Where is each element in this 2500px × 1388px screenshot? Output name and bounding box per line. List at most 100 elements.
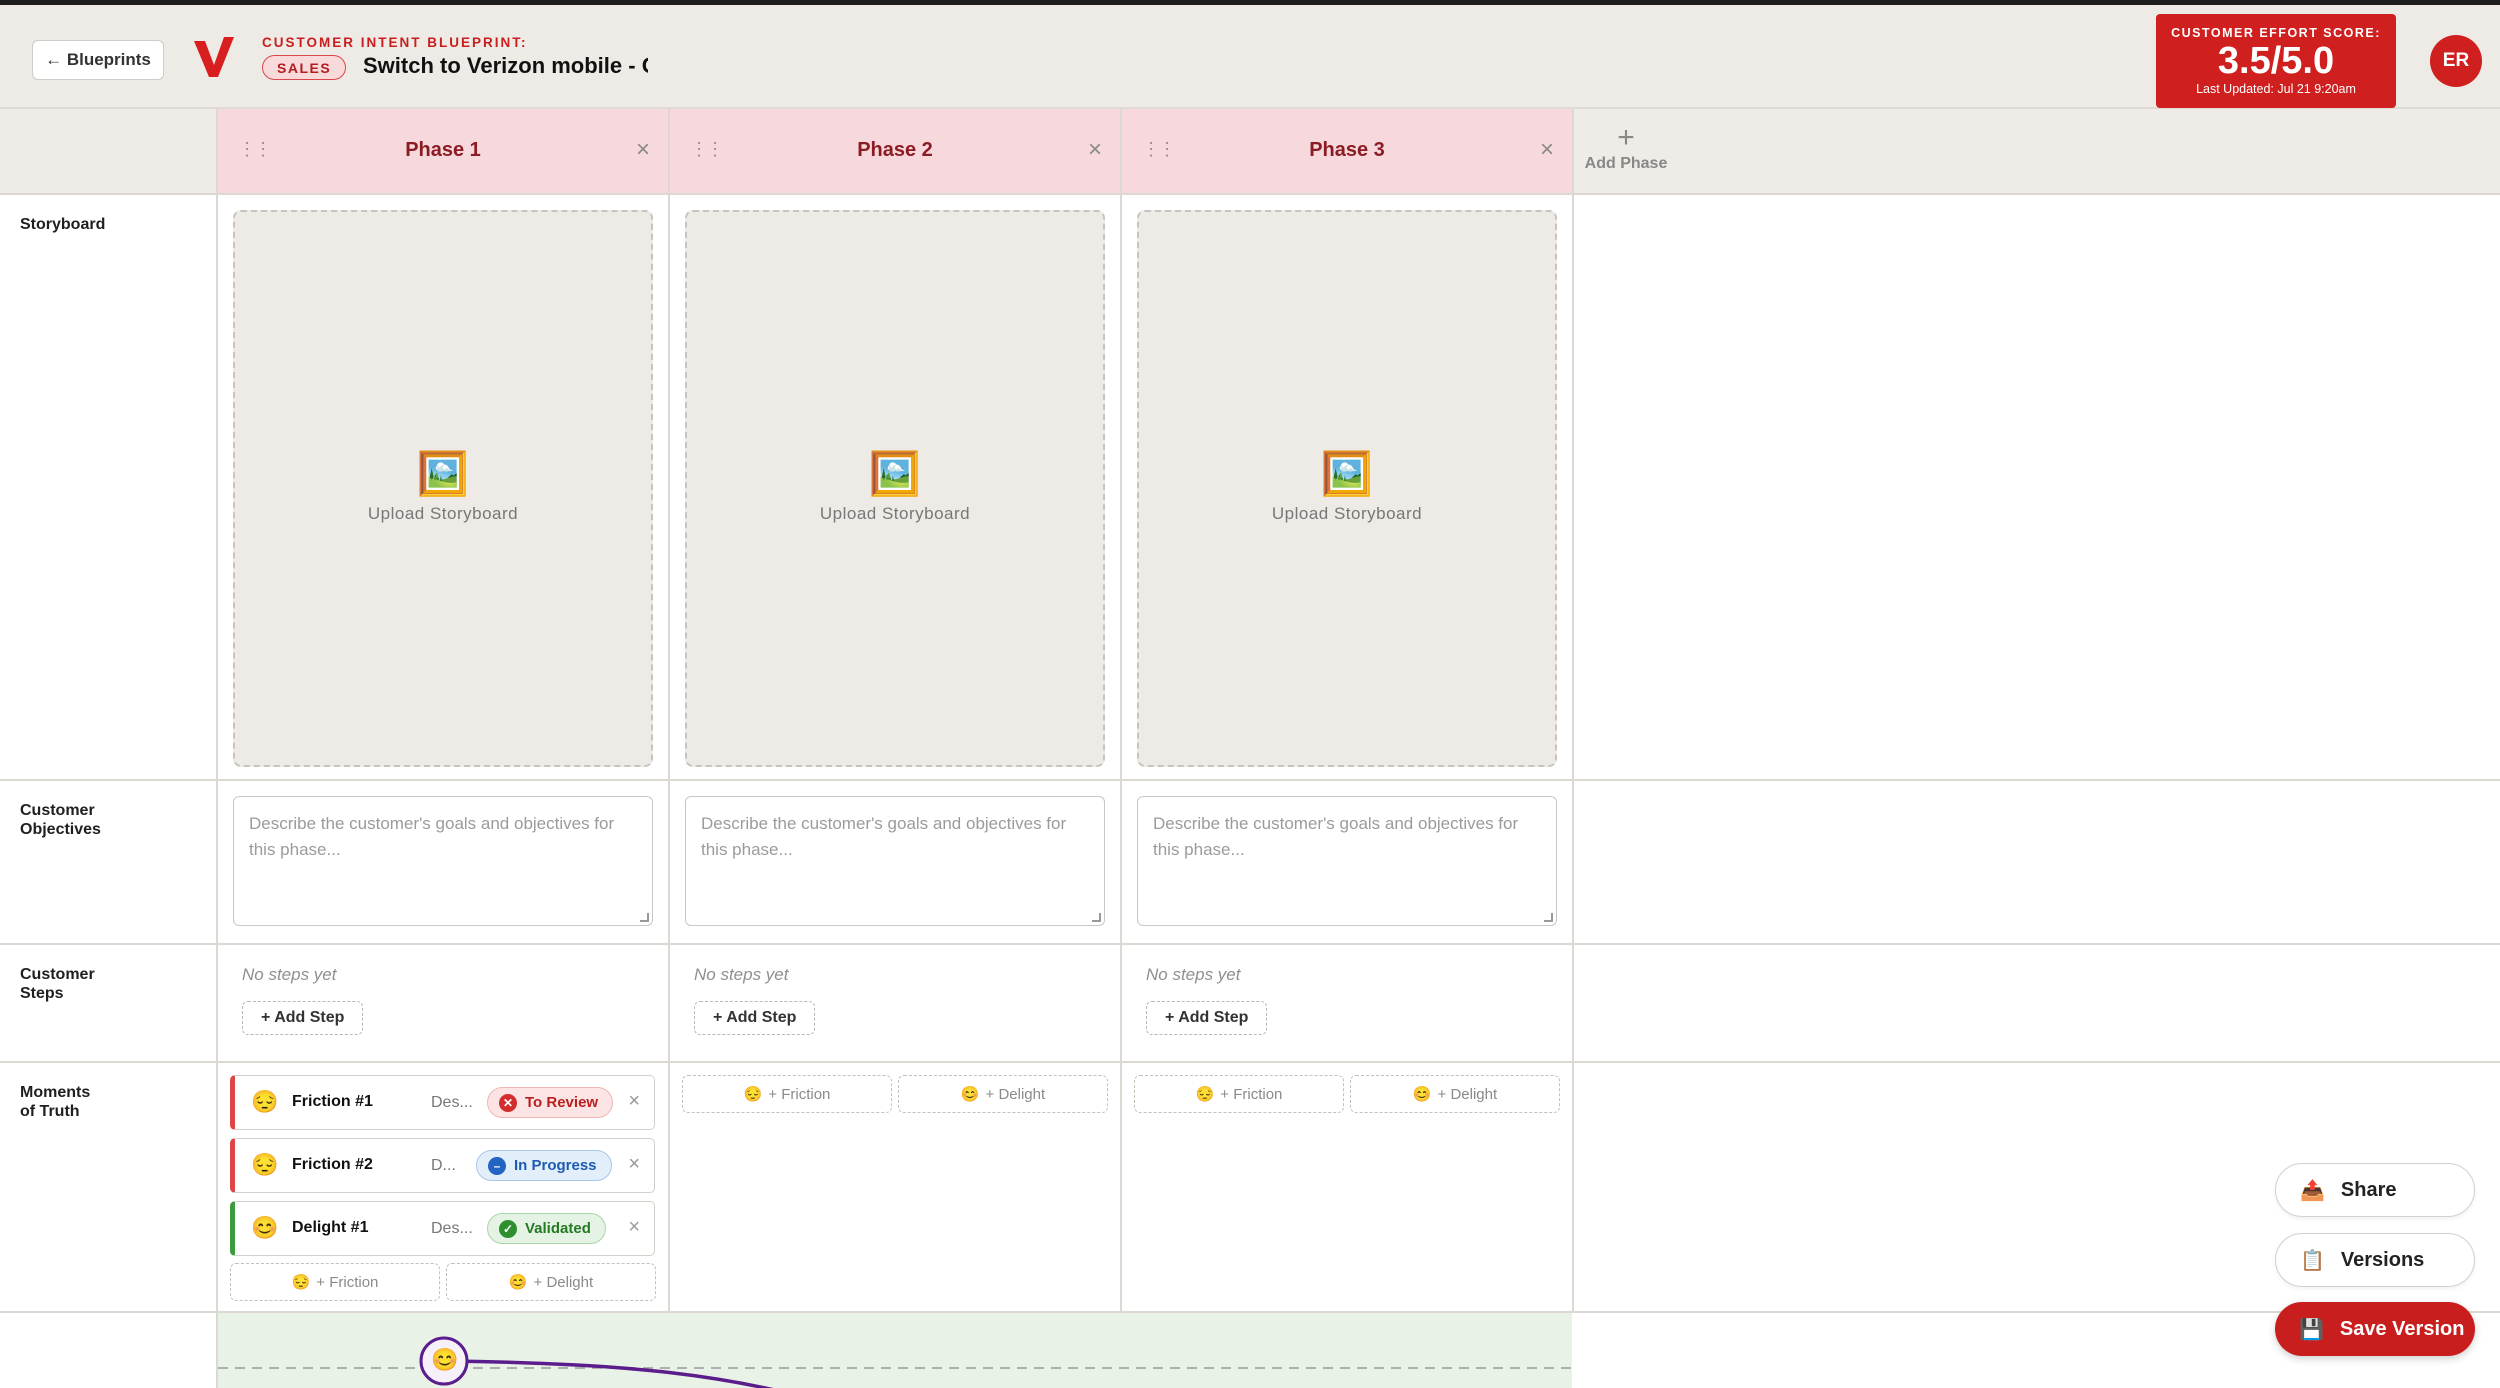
close-icon[interactable]: ×	[628, 1153, 640, 1176]
objectives-textarea[interactable]: Describe the customer's goals and object…	[233, 796, 653, 926]
storyboard-dropzone[interactable]: 🖼️ Upload Storyboard	[1137, 210, 1557, 767]
objectives-placeholder: Describe the customer's goals and object…	[701, 814, 1067, 859]
add-friction-button[interactable]: 😔 + Friction	[1134, 1075, 1344, 1113]
no-steps-label: No steps yet	[242, 965, 337, 984]
add-delight-button[interactable]: 😊 + Delight	[1350, 1075, 1560, 1113]
smile-face-icon: 😊	[1412, 1086, 1432, 1103]
add-phase-button[interactable]: + Add Phase	[1584, 123, 1668, 173]
status-label: Validated	[525, 1220, 591, 1237]
add-step-button[interactable]: + Add Step	[1146, 1001, 1268, 1035]
add-delight-button[interactable]: 😊 + Delight	[446, 1263, 656, 1301]
friction-card[interactable]: 😔 Friction #2 D... – In Progress ×	[230, 1138, 655, 1193]
category-badge: SALES	[262, 55, 347, 80]
storyboard-row: Storyboard 🖼️ Upload Storyboard 🖼️ Uploa…	[0, 195, 2500, 781]
score-last-updated: Last Updated: Jul 21 9:20am	[2196, 82, 2356, 96]
blueprint-title[interactable]: Switch to Verizon mobile - Online	[363, 53, 648, 83]
phase-name[interactable]: Phase 1	[218, 139, 668, 162]
status-label: In Progress	[514, 1157, 597, 1174]
status-badge[interactable]: ✕ To Review	[487, 1087, 614, 1118]
moment-title: Delight #1	[292, 1219, 369, 1236]
close-icon[interactable]: ×	[1540, 136, 1554, 164]
resize-grip-icon[interactable]	[1544, 913, 1553, 922]
friction-card[interactable]: 😔 Friction #1 Des... ✕ To Review ×	[230, 1075, 655, 1130]
delight-card[interactable]: 😊 Delight #1 Des... ✓ Validated ×	[230, 1201, 655, 1256]
share-icon: 📤	[2300, 1179, 2325, 1202]
row-label-line: Objectives	[20, 821, 101, 838]
storyboard-dropzone[interactable]: 🖼️ Upload Storyboard	[685, 210, 1105, 767]
row-label-line: Customer	[20, 802, 95, 819]
sad-face-icon: 😔	[743, 1086, 763, 1103]
resize-grip-icon[interactable]	[640, 913, 649, 922]
add-step-button[interactable]: + Add Step	[242, 1001, 364, 1035]
objectives-textarea[interactable]: Describe the customer's goals and object…	[685, 796, 1105, 926]
close-icon[interactable]: ×	[636, 136, 650, 164]
close-icon[interactable]: ×	[628, 1090, 640, 1113]
objectives-placeholder: Describe the customer's goals and object…	[249, 814, 615, 859]
app-header: ← Blueprints CUSTOMER INTENT BLUEPRINT: …	[0, 5, 2500, 109]
grid-corner	[0, 109, 218, 193]
status-badge[interactable]: ✓ Validated	[487, 1213, 606, 1244]
row-label-line: Moments	[20, 1084, 91, 1101]
emotion-curve	[218, 1336, 1572, 1388]
close-icon[interactable]: ×	[628, 1216, 640, 1239]
x-circle-icon: ✕	[499, 1093, 517, 1112]
phase-name[interactable]: Phase 2	[670, 139, 1120, 162]
add-friction-button[interactable]: 😔 + Friction	[230, 1263, 440, 1301]
phase-header: ⋮⋮ Phase 2 ×	[670, 109, 1122, 193]
upload-storyboard-label: Upload Storyboard	[367, 504, 519, 523]
phase-header: ⋮⋮ Phase 3 ×	[1122, 109, 1574, 193]
share-label: Share	[2340, 1178, 2397, 1201]
floppy-disk-icon: 💾	[2299, 1318, 2324, 1341]
moment-title: Friction #1	[292, 1093, 373, 1110]
sad-face-icon: 😔	[291, 1274, 311, 1291]
row-label: Moments of Truth	[20, 1083, 90, 1121]
sad-face-icon: 😔	[1195, 1086, 1215, 1103]
emotion-curve-area: 😊	[218, 1313, 1572, 1388]
no-steps-label: No steps yet	[1146, 965, 1241, 984]
picture-icon: 🖼️	[868, 450, 922, 497]
share-button[interactable]: 📤 Share	[2275, 1163, 2475, 1217]
add-friction-label: + Friction	[316, 1273, 379, 1291]
add-step-button[interactable]: + Add Step	[694, 1001, 816, 1035]
plus-icon: +	[1617, 121, 1635, 154]
status-badge[interactable]: – In Progress	[476, 1150, 612, 1181]
moment-description: Des...	[431, 1220, 473, 1237]
customer-objectives-row: Customer Objectives Describe the custome…	[0, 781, 2500, 945]
upload-storyboard-label: Upload Storyboard	[1271, 504, 1423, 523]
user-avatar[interactable]: ER	[2430, 35, 2482, 87]
smile-face-icon: 😊	[508, 1274, 528, 1291]
row-label-line: Steps	[20, 985, 64, 1002]
add-delight-button[interactable]: 😊 + Delight	[898, 1075, 1108, 1113]
close-icon[interactable]: ×	[1088, 136, 1102, 164]
no-steps-label: No steps yet	[694, 965, 789, 984]
back-to-blueprints-button[interactable]: ← Blueprints	[32, 40, 164, 80]
picture-icon: 🖼️	[416, 450, 470, 497]
customer-effort-score-card: CUSTOMER EFFORT SCORE: 3.5/5.0 Last Upda…	[2156, 14, 2396, 108]
resize-grip-icon[interactable]	[1092, 913, 1101, 922]
status-label: To Review	[525, 1094, 599, 1111]
versions-label: Versions	[2340, 1248, 2425, 1271]
objectives-textarea[interactable]: Describe the customer's goals and object…	[1137, 796, 1557, 926]
add-delight-label: + Delight	[1437, 1085, 1498, 1103]
smile-face-icon[interactable]: 😊	[431, 1347, 458, 1373]
moment-title: Friction #2	[292, 1156, 373, 1173]
versions-button[interactable]: 📋 Versions	[2275, 1233, 2475, 1287]
save-version-label: Save Version	[2339, 1317, 2465, 1340]
objectives-placeholder: Describe the customer's goals and object…	[1153, 814, 1519, 859]
moments-of-truth-row: Moments of Truth 😔 Friction #1 Des... ✕ …	[0, 1063, 2500, 1313]
upload-storyboard-label: Upload Storyboard	[819, 504, 971, 523]
verizon-logo	[194, 37, 234, 77]
blueprint-type-label: CUSTOMER INTENT BLUEPRINT:	[262, 35, 528, 50]
customer-steps-row: Customer Steps No steps yet + Add Step N…	[0, 945, 2500, 1063]
row-label: Customer Steps	[20, 965, 95, 1003]
row-label: Customer Objectives	[20, 801, 101, 839]
storyboard-dropzone[interactable]: 🖼️ Upload Storyboard	[233, 210, 653, 767]
sad-face-icon: 😔	[251, 1089, 279, 1114]
moment-description: D...	[431, 1157, 456, 1174]
add-friction-button[interactable]: 😔 + Friction	[682, 1075, 892, 1113]
check-circle-icon: ✓	[499, 1219, 517, 1238]
moment-description: Des...	[431, 1094, 473, 1111]
phase-header-row: ⋮⋮ Phase 1 × ⋮⋮ Phase 2 × ⋮⋮ Phase 3 × +…	[0, 109, 2500, 195]
phase-name[interactable]: Phase 3	[1122, 139, 1572, 162]
save-version-button[interactable]: 💾 Save Version	[2275, 1302, 2475, 1356]
